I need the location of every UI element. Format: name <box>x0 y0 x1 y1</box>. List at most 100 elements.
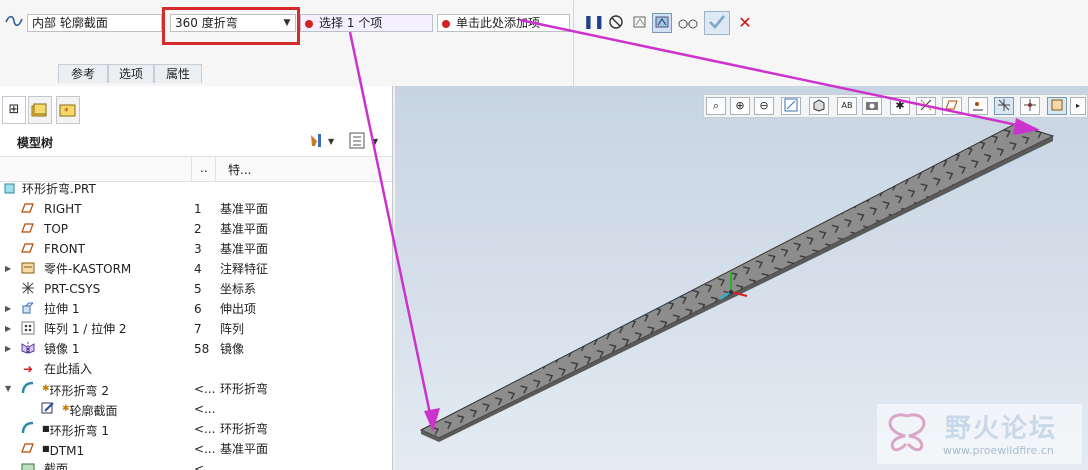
tree-row[interactable]: ✱轮廓截面 <... <box>0 399 392 419</box>
extrude-icon <box>20 301 36 317</box>
toroidal-bend-icon <box>20 421 36 437</box>
no-entry-icon <box>609 15 623 29</box>
tree-row[interactable]: ▶ 镜像 1 58 镜像 <box>0 339 392 359</box>
column-header-type[interactable]: 特... <box>228 161 251 178</box>
tree-row-id: 7 <box>194 322 202 336</box>
tree-row[interactable]: RIGHT 1 基准平面 <box>0 199 392 219</box>
tree-row-id: 3 <box>194 242 202 256</box>
strip-front-face <box>439 136 1053 442</box>
column-header-id[interactable]: .. <box>200 161 208 175</box>
pattern-icon <box>20 321 36 337</box>
tab-properties[interactable]: 属性 <box>154 64 202 83</box>
preview-button[interactable] <box>652 13 672 33</box>
tree-row-type: 基准平面 <box>220 222 269 236</box>
glasses-icon <box>678 19 698 29</box>
datum-plane-icon <box>20 221 36 237</box>
favorites-folder-icon: * <box>59 104 76 117</box>
tree-row-id: <... <box>194 462 216 470</box>
watermark-url: www.proewildfire.cn <box>943 444 1054 457</box>
new-item-marker-icon: ✱ <box>62 404 70 414</box>
tree-row[interactable]: FRONT 3 基准平面 <box>0 239 392 259</box>
datum-plane-icon <box>20 241 36 257</box>
tree-row[interactable]: ▼ ✱环形折弯 2 <... 环形折弯 <box>0 379 392 399</box>
selection-collector-2[interactable]: 单击此处添加项 <box>437 14 570 32</box>
tree-row-label: 阵列 1 / 拉伸 2 <box>44 322 127 336</box>
angle-option-value: 360 度折弯 <box>175 16 238 30</box>
tree-row-id: 1 <box>194 202 202 216</box>
annotation-icon <box>20 261 36 277</box>
watermark-title: 野火论坛 <box>945 414 1058 444</box>
expand-arrow-icon[interactable]: ▶ <box>5 319 15 339</box>
csys-icon <box>20 281 36 297</box>
tree-row-id: <... <box>194 442 216 456</box>
tree-row-type: 镜像 <box>220 342 245 356</box>
tree-row[interactable]: PRT-CSYS 5 坐标系 <box>0 279 392 299</box>
tree-row-label: 镜像 1 <box>44 342 80 356</box>
part-icon <box>2 181 18 197</box>
angle-option-dropdown[interactable]: 360 度折弯 ▼ <box>170 14 296 32</box>
sketch-curve-icon <box>5 14 23 28</box>
expand-arrow-icon[interactable]: ▶ <box>5 259 15 279</box>
favorites-tab[interactable]: * <box>56 96 80 124</box>
glasses-preview-button[interactable] <box>676 13 700 33</box>
suppressed-marker-icon: ■ <box>42 424 50 433</box>
tree-row-id: <... <box>194 422 216 436</box>
tab-references[interactable]: 参考 <box>58 64 108 83</box>
tree-row[interactable]: ▶ 拉伸 1 6 伸出项 <box>0 299 392 319</box>
verify-mode-button[interactable] <box>630 13 650 33</box>
preview-icon <box>655 16 669 28</box>
tree-row-type: 坐标系 <box>220 282 257 296</box>
folder-browser-tab[interactable] <box>28 96 52 124</box>
selection-collector-1[interactable]: 选择 1 个项 <box>300 14 433 32</box>
required-dot-icon <box>305 20 313 28</box>
collector-1-label: 选择 1 个项 <box>319 16 383 30</box>
tree-row-type: 环形折弯 <box>220 382 269 396</box>
tree-row-id: 58 <box>194 342 210 356</box>
expand-arrow-icon[interactable]: ▶ <box>5 339 15 359</box>
tree-filter-button[interactable]: ▼ <box>348 132 384 150</box>
tree-row[interactable]: ■DTM1 <... 基准平面 <box>0 439 392 459</box>
tree-row-type: 基准平面 <box>220 202 269 216</box>
folder-icon <box>31 103 47 117</box>
tree-row-id: 4 <box>194 262 202 276</box>
tree-row-label-wrap: ✱轮廓截面 <box>62 399 118 421</box>
tree-row-label: RIGHT <box>44 202 82 216</box>
sketch-type-field[interactable]: 内部 轮廓截面 <box>27 14 162 32</box>
tree-row[interactable]: TOP 2 基准平面 <box>0 219 392 239</box>
tree-row-id: 5 <box>194 282 202 296</box>
datum-plane-icon <box>20 201 36 217</box>
no-preview-button[interactable] <box>606 13 626 33</box>
tree-row[interactable]: ➜ 在此插入 <box>0 359 392 379</box>
tree-row-type: 基准平面 <box>220 442 269 456</box>
chevron-down-icon: ▼ <box>283 18 291 28</box>
tree-row[interactable]: ▶ 阵列 1 / 拉伸 2 7 阵列 <box>0 319 392 339</box>
tree-row-label: 环形折弯 2 <box>49 384 109 398</box>
mirror-icon <box>20 341 36 357</box>
tree-row-label: 环形折弯.PRT <box>22 182 96 196</box>
model-tree: 环形折弯.PRT RIGHT 1 基准平面 TOP 2 基准平面 FRONT 3… <box>0 179 392 470</box>
tree-settings-button[interactable]: ▼ <box>308 132 338 150</box>
tree-row[interactable]: 环形折弯.PRT <box>0 179 392 199</box>
tab-options[interactable]: 选项 <box>108 64 154 83</box>
feature-dashboard: 内部 轮廓截面 360 度折弯 ▼ 选择 1 个项 单击此处添加项 ❚❚ ✕ 参… <box>0 0 1088 87</box>
tree-row[interactable]: ▶ 零件-KASTORM 4 注释特征 <box>0 259 392 279</box>
tree-row-id: 6 <box>194 302 202 316</box>
tree-row-type: 注释特征 <box>220 262 269 276</box>
required-dot-icon <box>442 20 450 28</box>
panel-title: 模型树 <box>17 136 54 150</box>
pause-button[interactable]: ❚❚ <box>582 13 605 33</box>
tree-row[interactable]: ■环形折弯 1 <... 环形折弯 <box>0 419 392 439</box>
expand-arrow-icon[interactable]: ▶ <box>5 299 15 319</box>
list-icon: ▼ <box>349 132 379 149</box>
suppressed-marker-icon: ■ <box>42 444 50 453</box>
tools-icon: ▼ <box>311 134 335 147</box>
cancel-button[interactable]: ✕ <box>735 13 755 33</box>
dashboard-divider <box>573 0 574 86</box>
tree-row-label: 拉伸 1 <box>44 302 80 316</box>
tree-row[interactable]: 截面 <... <box>0 459 392 470</box>
model-tree-tab[interactable]: ⊞ <box>2 96 26 124</box>
graphics-viewport[interactable]: ⌕ ⊕ ⊖ AB ✱ ▸ 野火论坛 www.proewildfire.cn <box>395 86 1088 470</box>
column-divider <box>191 157 192 181</box>
accept-button[interactable] <box>704 11 730 35</box>
collapse-arrow-icon[interactable]: ▼ <box>5 379 15 399</box>
